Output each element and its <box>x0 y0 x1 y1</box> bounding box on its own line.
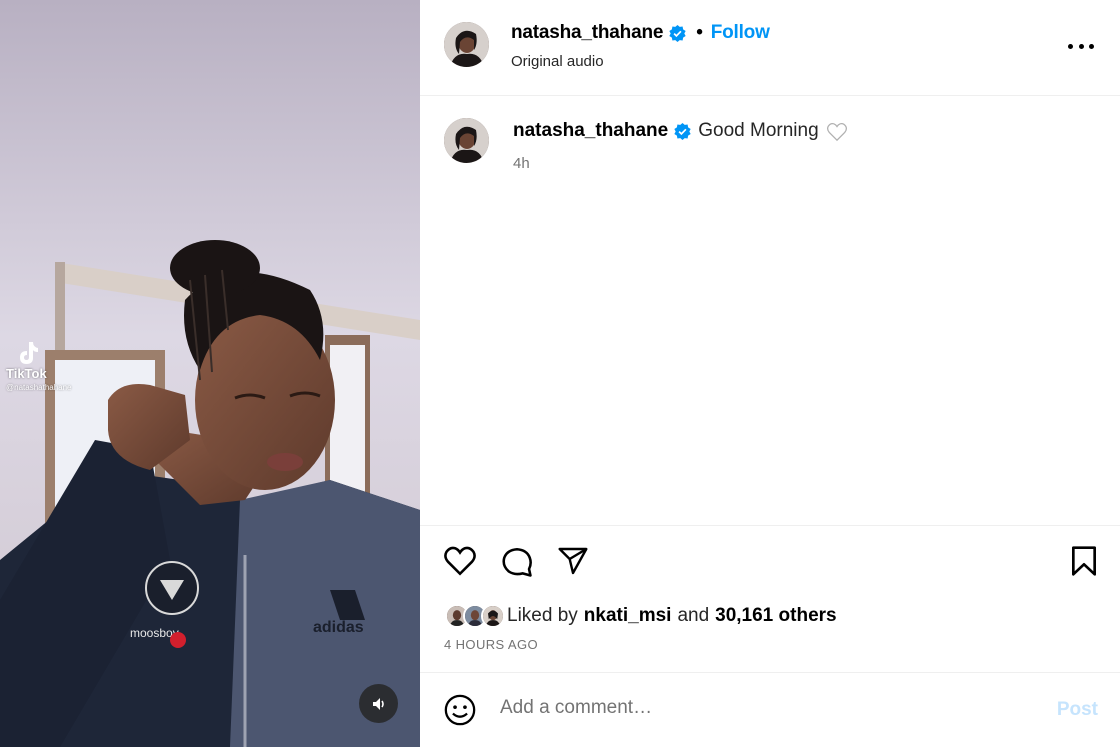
tiktok-watermark: TikTok @natashathahane <box>6 340 72 392</box>
follow-button[interactable]: Follow <box>711 22 770 44</box>
liked-by-conj: and <box>677 605 710 626</box>
author-username[interactable]: natasha_thahane <box>511 22 663 44</box>
caption-username[interactable]: natasha_thahane <box>513 120 668 142</box>
author-avatar[interactable] <box>444 22 489 67</box>
avatar-image <box>444 118 489 163</box>
comment-input[interactable] <box>500 697 1020 719</box>
post-timestamp[interactable]: 4 HOURS AGO <box>444 637 538 652</box>
like-heart-icon[interactable] <box>443 545 477 577</box>
reel-video[interactable]: moosbov adidas TikTok @natashathahane <box>0 0 420 747</box>
like-caption-heart-icon[interactable] <box>826 122 848 142</box>
post-header: natasha_thahane • Follow Original audio <box>420 0 1120 96</box>
comment-bubble-icon[interactable] <box>500 545 534 579</box>
volume-icon <box>372 697 384 710</box>
tiktok-brand-label: TikTok <box>6 366 47 381</box>
likes-count[interactable]: 30,161 others <box>715 605 836 627</box>
sound-toggle-button[interactable] <box>359 684 398 723</box>
emoji-picker-icon[interactable] <box>443 693 477 727</box>
liked-by-prefix: Liked by <box>507 605 578 626</box>
audio-label[interactable]: Original audio <box>511 53 604 70</box>
more-options-icon[interactable] <box>1068 36 1094 56</box>
liker-avatars <box>445 604 505 628</box>
caption-text: Good Morning <box>698 120 819 141</box>
comment-composer: Post <box>420 672 1120 747</box>
share-send-icon[interactable] <box>556 545 590 577</box>
post-comment-button[interactable]: Post <box>1057 699 1098 721</box>
verified-badge-icon <box>669 24 686 42</box>
tiktok-logo-icon <box>20 342 38 364</box>
verified-badge-icon <box>674 122 691 140</box>
tiktok-handle-label: @natashathahane <box>6 383 72 392</box>
separator-dot: • <box>696 22 703 43</box>
liker-avatar[interactable] <box>481 604 505 628</box>
avatar-image <box>444 22 489 67</box>
likes-summary: Liked by nkati_msi and 30,161 others <box>445 604 843 628</box>
header-username-row: natasha_thahane • Follow <box>511 22 770 44</box>
caption-author-avatar[interactable] <box>444 118 489 163</box>
svg-text:adidas: adidas <box>313 619 364 636</box>
save-bookmark-icon[interactable] <box>1070 545 1098 577</box>
caption-text-row: natasha_thahane Good Morning <box>513 120 819 142</box>
caption-section: natasha_thahane Good Morning 4h <box>420 96 1120 526</box>
liker-username[interactable]: nkati_msi <box>584 605 672 627</box>
caption-timestamp: 4h <box>513 155 530 172</box>
action-bar <box>420 545 1120 585</box>
post-details-panel: natasha_thahane • Follow Original audio … <box>420 0 1120 747</box>
